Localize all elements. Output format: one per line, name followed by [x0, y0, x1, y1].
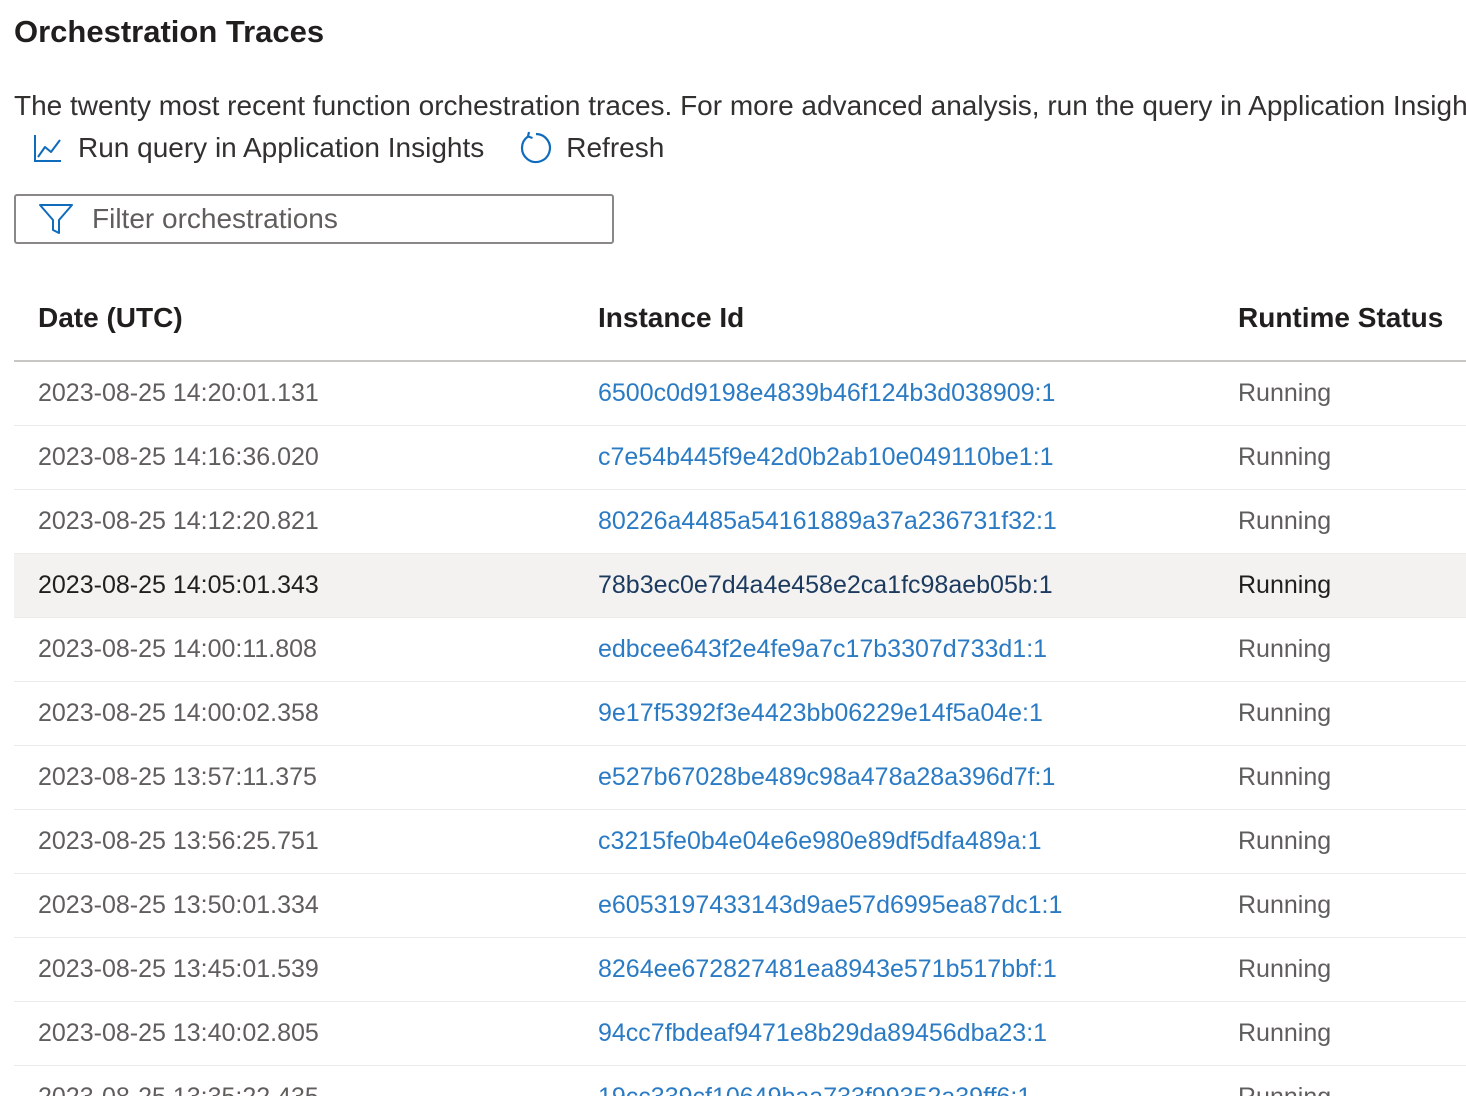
row-status: Running	[1238, 891, 1332, 919]
row-instance-id-link[interactable]: 78b3ec0e7d4a4e458e2ca1fc98aeb05b:1	[598, 571, 1053, 600]
row-instance-id-link[interactable]: c3215fe0b4e04e6e980e89df5dfa489a:1	[598, 827, 1042, 856]
row-instance-id-link[interactable]: e6053197433143d9ae57d6995ea87dc1:1	[598, 891, 1062, 920]
column-header-date[interactable]: Date (UTC)	[38, 302, 183, 334]
row-status: Running	[1238, 699, 1332, 727]
row-status: Running	[1238, 763, 1332, 791]
table-row[interactable]: 2023-08-25 13:40:02.805 94cc7fbdeaf9471e…	[14, 1002, 1466, 1066]
table-row-hovered[interactable]: 2023-08-25 14:05:01.343 78b3ec0e7d4a4e45…	[14, 554, 1466, 618]
table-row[interactable]: 2023-08-25 13:35:22.435 19cc339cf10649ba…	[14, 1066, 1466, 1096]
row-instance-id-link[interactable]: c7e54b445f9e42d0b2ab10e049110be1:1	[598, 443, 1054, 472]
row-date: 2023-08-25 13:56:25.751	[38, 827, 319, 855]
row-date: 2023-08-25 13:57:11.375	[38, 763, 317, 791]
row-instance-id-link[interactable]: e527b67028be489c98a478a28a396d7f:1	[598, 763, 1055, 792]
line-chart-icon	[30, 130, 66, 166]
column-header-instance-id[interactable]: Instance Id	[598, 302, 744, 334]
filter-icon	[36, 199, 76, 239]
row-instance-id-link[interactable]: 9e17f5392f3e4423bb06229e14f5a04e:1	[598, 699, 1043, 728]
traces-table: Date (UTC) Instance Id Runtime Status 20…	[14, 276, 1466, 1096]
page-title: Orchestration Traces	[14, 14, 325, 49]
row-instance-id-link[interactable]: 94cc7fbdeaf9471e8b29da89456dba23:1	[598, 1019, 1047, 1048]
table-row[interactable]: 2023-08-25 13:50:01.334 e6053197433143d9…	[14, 874, 1466, 938]
row-status: Running	[1238, 955, 1332, 983]
row-date: 2023-08-25 13:50:01.334	[38, 891, 319, 919]
row-date: 2023-08-25 13:40:02.805	[38, 1019, 319, 1047]
run-query-button[interactable]: Run query in Application Insights	[30, 130, 484, 166]
row-status: Running	[1238, 507, 1332, 535]
row-date: 2023-08-25 13:45:01.539	[38, 955, 319, 983]
row-date: 2023-08-25 14:05:01.343	[38, 571, 319, 599]
row-status: Running	[1238, 1019, 1332, 1047]
filter-orchestrations-box	[14, 194, 614, 244]
refresh-icon	[518, 130, 554, 166]
page-description: The twenty most recent function orchestr…	[14, 90, 1466, 121]
row-status: Running	[1238, 827, 1332, 855]
table-row[interactable]: 2023-08-25 13:45:01.539 8264ee672827481e…	[14, 938, 1466, 1002]
table-row[interactable]: 2023-08-25 13:56:25.751 c3215fe0b4e04e6e…	[14, 810, 1466, 874]
filter-input[interactable]	[90, 202, 594, 236]
row-date: 2023-08-25 14:20:01.131	[38, 379, 319, 407]
row-status: Running	[1238, 571, 1332, 599]
table-header: Date (UTC) Instance Id Runtime Status	[14, 276, 1466, 362]
row-date: 2023-08-25 14:00:02.358	[38, 699, 319, 727]
table-row[interactable]: 2023-08-25 13:57:11.375 e527b67028be489c…	[14, 746, 1466, 810]
row-date: 2023-08-25 14:12:20.821	[38, 507, 319, 535]
row-instance-id-link[interactable]: 6500c0d9198e4839b46f124b3d038909:1	[598, 379, 1055, 408]
row-status: Running	[1238, 379, 1332, 407]
table-row[interactable]: 2023-08-25 14:12:20.821 80226a4485a54161…	[14, 490, 1466, 554]
table-row[interactable]: 2023-08-25 14:20:01.131 6500c0d9198e4839…	[14, 362, 1466, 426]
row-instance-id-link[interactable]: 8264ee672827481ea8943e571b517bbf:1	[598, 955, 1057, 984]
row-instance-id-link[interactable]: edbcee643f2e4fe9a7c17b3307d733d1:1	[598, 635, 1047, 664]
row-status: Running	[1238, 635, 1332, 663]
refresh-button[interactable]: Refresh	[518, 130, 664, 166]
row-status: Running	[1238, 1083, 1331, 1096]
row-date: 2023-08-25 14:16:36.020	[38, 443, 319, 471]
table-row[interactable]: 2023-08-25 14:00:11.808 edbcee643f2e4fe9…	[14, 618, 1466, 682]
column-header-runtime-status[interactable]: Runtime Status	[1238, 302, 1443, 334]
table-row[interactable]: 2023-08-25 14:00:02.358 9e17f5392f3e4423…	[14, 682, 1466, 746]
toolbar: Run query in Application Insights Refres…	[30, 126, 698, 170]
row-status: Running	[1238, 443, 1332, 471]
row-date: 2023-08-25 14:00:11.808	[38, 635, 317, 663]
row-instance-id-link[interactable]: 80226a4485a54161889a37a236731f32:1	[598, 507, 1057, 536]
table-row[interactable]: 2023-08-25 14:16:36.020 c7e54b445f9e42d0…	[14, 426, 1466, 490]
refresh-label: Refresh	[566, 132, 665, 163]
run-query-label: Run query in Application Insights	[78, 132, 485, 163]
row-date: 2023-08-25 13:35:22.435	[38, 1083, 319, 1096]
orchestration-traces-page: Orchestration Traces The twenty most rec…	[0, 0, 1466, 1096]
row-instance-id-link[interactable]: 19cc339cf10649baa733f99352a39ff6:1	[598, 1083, 1031, 1096]
